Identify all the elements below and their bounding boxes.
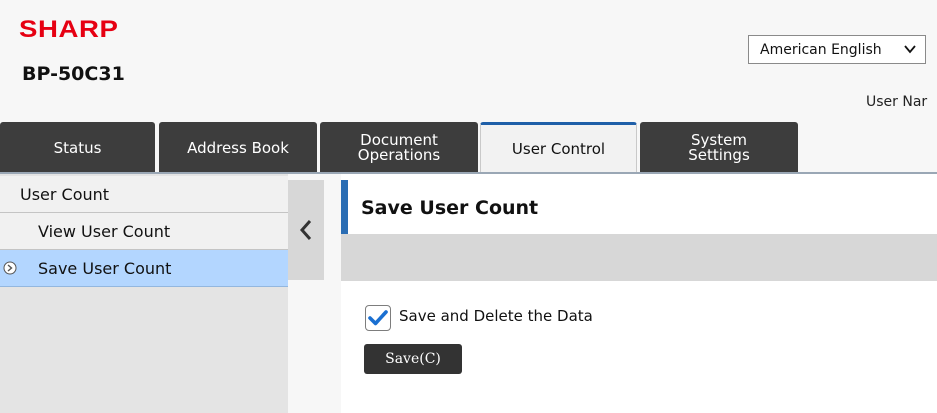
tab-status[interactable]: Status [0,122,155,174]
action-strip [341,234,937,281]
chevron-down-icon [904,45,916,54]
title-accent [341,180,348,234]
chevron-left-icon [299,220,312,240]
language-select-value: American English [760,41,882,58]
tab-address-book[interactable]: Address Book [159,122,317,174]
sidebar-item-view-user-count[interactable]: View User Count [0,213,288,250]
tab-user-control[interactable]: User Control [480,122,637,174]
user-name-label: User Nar [866,94,928,110]
tab-label-line2: Operations [357,146,441,164]
save-and-delete-checkbox[interactable] [365,305,391,331]
tab-label-line2: Settings [688,146,750,164]
sidebar-item-save-user-count[interactable]: Save User Count [0,250,288,287]
save-button[interactable]: Save(C) [364,344,462,374]
tab-label: User Control [511,140,606,158]
tab-system-settings[interactable]: System Settings [640,122,798,174]
tab-document-operations[interactable]: Document Operations [320,122,478,174]
circle-arrow-right-icon [3,261,17,275]
sidebar-item-label: Save User Count [38,258,172,278]
tab-label: Status [53,138,102,157]
tab-label: Address Book [187,138,289,157]
sidebar-item-user-count[interactable]: User Count [0,176,288,213]
collapse-sidebar-button[interactable] [288,180,324,280]
language-select[interactable]: American English [748,35,926,64]
sidebar-item-label: User Count [20,184,110,204]
checkbox-label: Save and Delete the Data [399,307,593,325]
page-title: Save User Count [361,197,539,219]
model-name: BP-50C31 [22,63,125,85]
check-icon [368,310,388,326]
sidebar-item-label: View User Count [38,221,171,241]
brand-logo: SHARP [19,16,119,43]
